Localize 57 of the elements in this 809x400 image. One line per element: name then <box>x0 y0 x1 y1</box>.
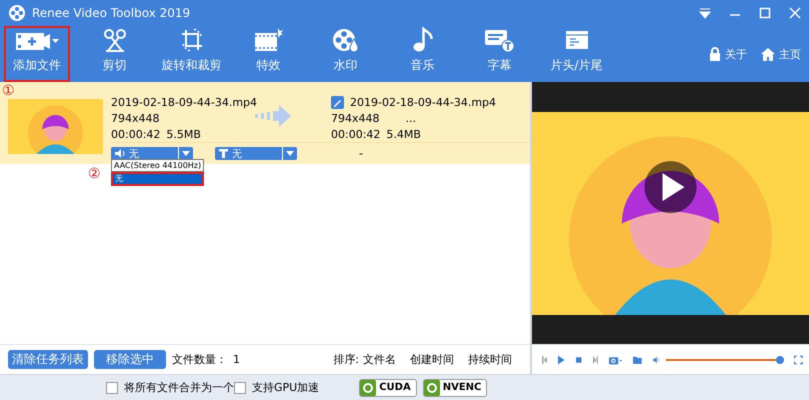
tool-button[interactable]: 字幕 <box>461 26 538 82</box>
dropdown-option[interactable]: AAC(Stereo 44100Hz) <box>111 159 204 172</box>
caret-icon <box>286 151 294 156</box>
checkbox-label[interactable]: 支持GPU加速 <box>252 380 320 396</box>
maximize-icon[interactable] <box>759 7 771 20</box>
stop-icon[interactable] <box>576 354 582 365</box>
file-info-text: 5.4MB <box>386 128 421 142</box>
file-info-text: 794x448 <box>111 112 160 126</box>
film-reel-logo-icon <box>8 4 26 22</box>
text-t-icon <box>219 149 228 158</box>
sort-option[interactable]: 创建时间 <box>410 352 454 368</box>
gpu-badge: NVENC <box>422 378 488 397</box>
speaker-icon <box>115 149 125 158</box>
file-count: 1 <box>233 353 240 366</box>
list-action-button[interactable]: 清除任务列表 <box>8 350 88 370</box>
step-marker: ① <box>2 83 15 100</box>
sort-label: 排序: <box>333 352 359 368</box>
tool-button[interactable]: 添加文件 <box>4 26 70 82</box>
file-count-label: 文件数量： <box>172 352 227 368</box>
scissors-icon <box>102 27 128 54</box>
caret-icon <box>182 151 190 156</box>
effect-text: - <box>359 147 363 160</box>
file-info-text: 00:00:42 <box>111 128 160 142</box>
tool-button[interactable]: 剪切 <box>76 26 153 82</box>
dropdown-option[interactable]: 无 <box>111 172 204 186</box>
tool-button[interactable]: 特效 <box>230 26 307 82</box>
subtitle-dropdown[interactable]: 无 <box>215 147 297 160</box>
gpu-badge: CUDA <box>359 378 417 397</box>
nav-link[interactable]: 主页 <box>779 46 801 62</box>
tool-button[interactable]: 旋转和裁剪 <box>153 26 230 82</box>
lock-icon <box>709 47 721 62</box>
close-icon[interactable] <box>789 7 801 20</box>
step-marker: ② <box>88 166 101 182</box>
nav-link[interactable]: 关于 <box>725 46 747 62</box>
chip-icon <box>360 380 376 396</box>
file-info-text: 5.5MB <box>166 128 201 142</box>
sort-option[interactable]: 文件名 <box>363 352 396 368</box>
chip-icon <box>424 380 440 396</box>
file-info-text: 794x448 <box>331 112 380 126</box>
checkbox[interactable] <box>234 382 246 394</box>
file-name: 2019-02-18-09-44-34.mp4 <box>350 96 496 110</box>
tool-button[interactable]: 水印 <box>307 26 384 82</box>
checkbox[interactable] <box>106 382 118 394</box>
list-action-button[interactable]: 移除选中 <box>94 350 166 370</box>
checkbox-label[interactable]: 将所有文件合并为一个 <box>124 380 234 396</box>
tool-button[interactable]: 音乐 <box>384 26 461 82</box>
file-info-text: ... <box>406 112 416 126</box>
file-name: 2019-02-18-09-44-34.mp4 <box>111 96 258 110</box>
dropdown-icon[interactable] <box>699 7 711 20</box>
file-info-text: 00:00:42 <box>331 128 380 142</box>
tool-button[interactable]: 片头/片尾 <box>538 26 615 82</box>
sort-option[interactable]: 持续时间 <box>468 352 512 368</box>
window-title: Renee Video Toolbox 2019 <box>32 6 192 20</box>
audio-track-dropdown[interactable]: 无 <box>111 147 193 160</box>
music-note-icon <box>412 27 434 54</box>
edit-pencil-icon[interactable] <box>331 96 344 110</box>
home-icon <box>761 47 775 62</box>
